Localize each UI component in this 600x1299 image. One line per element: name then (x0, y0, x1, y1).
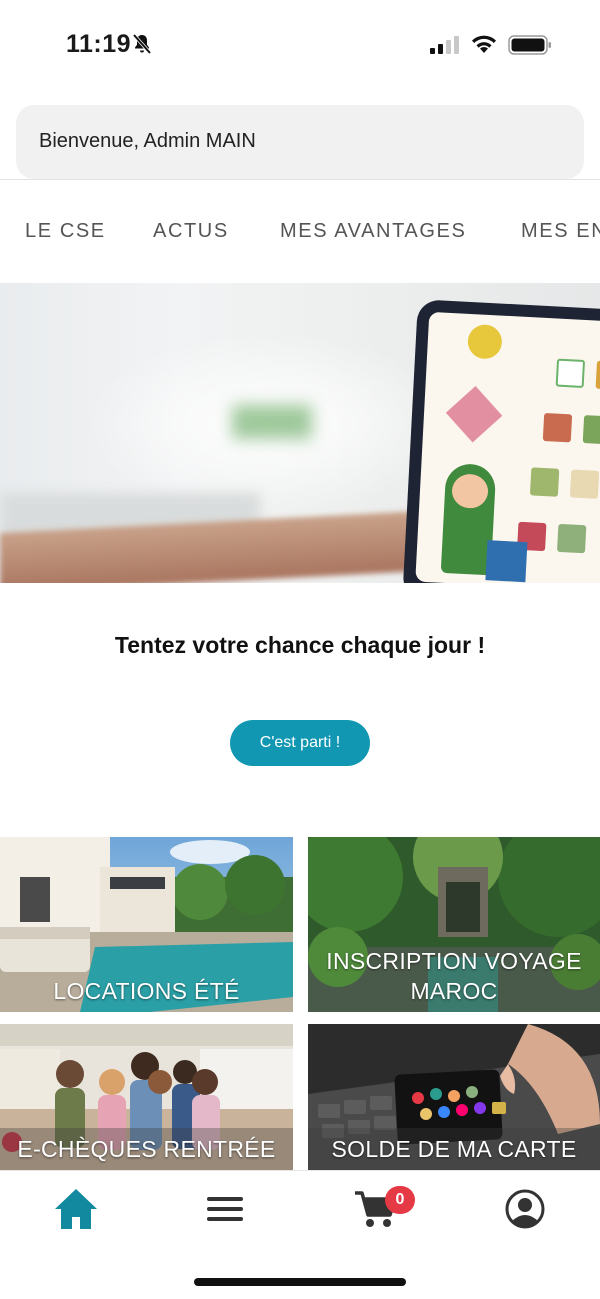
welcome-bar[interactable]: Bienvenue, Admin MAIN (16, 105, 584, 179)
category-tabs[interactable]: LE CSE ACTUS MES AVANTAGES MES EN (0, 180, 600, 284)
tab-mes-avantages[interactable]: MES AVANTAGES (280, 220, 466, 243)
bottom-nav (0, 1170, 600, 1246)
hero-banner[interactable] (0, 283, 600, 583)
tile-solde-carte[interactable]: SOLDE DE MA CARTE (308, 1024, 600, 1170)
cellular-signal-icon (430, 36, 459, 54)
tile-label: SOLDE DE MA CARTE (308, 1128, 600, 1170)
status-bar: 11:19 (0, 0, 600, 90)
cta-button[interactable]: C'est parti ! (230, 720, 370, 766)
tile-label: INSCRIPTION VOYAGE MAROC (326, 948, 582, 1004)
menu-icon[interactable] (201, 1185, 249, 1233)
cart-count-badge: 0 (385, 1186, 415, 1214)
promo-title: Tentez votre chance chaque jour ! (114, 632, 486, 658)
tile-locations-ete[interactable]: LOCATIONS ÉTÉ (0, 837, 293, 1012)
tab-le-cse[interactable]: LE CSE (25, 220, 106, 243)
welcome-text: Bienvenue, Admin MAIN (39, 130, 256, 152)
tab-mes-en[interactable]: MES EN (521, 220, 600, 243)
home-icon[interactable] (52, 1185, 100, 1233)
tile-label: E-CHÈQUES RENTRÉE (0, 1128, 293, 1170)
account-icon[interactable] (501, 1185, 549, 1233)
tab-actus[interactable]: ACTUS (153, 220, 229, 243)
wifi-icon (472, 35, 496, 53)
home-indicator[interactable] (194, 1278, 406, 1286)
tile-label: LOCATIONS ÉTÉ (53, 978, 240, 1004)
tile-voyage-maroc[interactable]: INSCRIPTION VOYAGE MAROC (308, 837, 600, 1012)
advent-calendar-screen (415, 311, 600, 583)
tile-echeques-rentree[interactable]: E-CHÈQUES RENTRÉE (0, 1024, 293, 1170)
tablet-image (402, 299, 600, 583)
bell-off-icon (132, 33, 152, 55)
status-time: 11:19 (66, 30, 132, 58)
battery-icon (508, 35, 551, 55)
home-indicator-area (0, 1246, 600, 1299)
